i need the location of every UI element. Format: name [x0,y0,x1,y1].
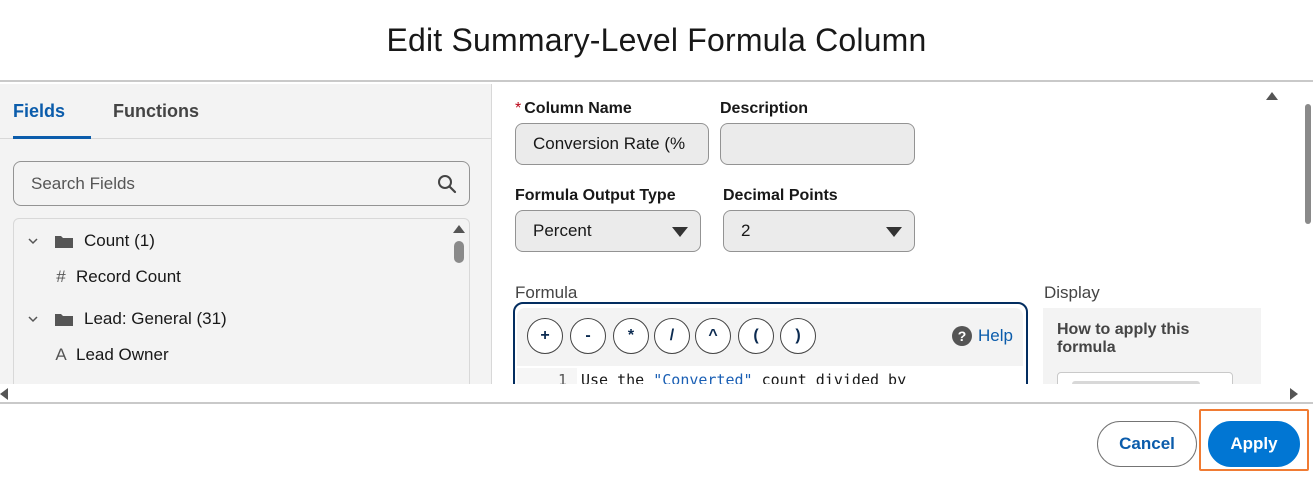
chevron-down-icon[interactable] [26,234,40,248]
column-name-input[interactable]: Conversion Rate (% [515,123,709,165]
formula-editor[interactable]: + - * / ^ ( ) ? Help 1 Use the "Converte… [513,302,1028,384]
operator-power-button[interactable]: ^ [695,318,731,354]
modal-footer: Cancel Apply [0,404,1313,480]
tree-scrollbar[interactable] [449,219,469,384]
decimal-points-label: Decimal Points [723,187,838,204]
operator-divide-button[interactable]: / [654,318,690,354]
tab-functions[interactable]: Functions [113,84,199,139]
help-icon: ? [952,326,973,346]
tree-folder-label: Count (1) [84,231,155,250]
editor-scrollbar[interactable] [1261,84,1283,384]
fields-panel: Fields Functions Count (1) # R [0,84,492,384]
tree-folder-lead-general[interactable]: Lead: General (31) [26,305,227,333]
tree-field-label: Lead Owner [76,345,169,364]
horizontal-scrollbar[interactable] [0,384,1313,404]
apply-button[interactable]: Apply [1208,421,1300,467]
output-type-select[interactable]: Percent [515,210,701,252]
edit-formula-modal: Edit Summary-Level Formula Column Fields… [0,0,1313,480]
scroll-right-icon[interactable] [1290,388,1298,400]
operator-minus-button[interactable]: - [570,318,606,354]
output-type-value: Percent [533,221,592,240]
display-label: Display [1044,283,1100,302]
number-field-icon: # [56,267,66,286]
line-number: 1 [517,368,577,384]
search-fields-box [13,161,470,206]
help-label: Help [978,326,1013,345]
tree-field-record-count[interactable]: # Record Count [52,263,181,291]
scroll-left-icon[interactable] [0,388,8,400]
modal-header: Edit Summary-Level Formula Column [0,0,1313,82]
folder-icon [55,314,73,326]
display-help-title: How to apply this formula [1057,321,1190,356]
chevron-down-icon [886,227,902,237]
chevron-down-icon[interactable] [26,312,40,326]
decimal-points-value: 2 [741,221,751,240]
operator-close-paren-button[interactable]: ) [780,318,816,354]
scroll-thumb[interactable] [454,241,464,263]
decimal-points-select[interactable]: 2 [723,210,915,252]
tree-field-label: Record Count [76,267,181,286]
cancel-button[interactable]: Cancel [1097,421,1197,467]
tab-fields[interactable]: Fields [13,84,91,139]
required-mark: * [515,100,522,117]
formula-label: Formula [515,283,578,302]
column-name-label: * Column Name [515,100,632,117]
modal-scrollbar[interactable] [1303,84,1313,384]
folder-icon [55,236,73,248]
scroll-thumb[interactable] [1305,104,1311,224]
scroll-up-icon[interactable] [1266,92,1278,100]
modal-title: Edit Summary-Level Formula Column [386,21,927,58]
search-input[interactable] [14,162,424,205]
display-help-box: How to apply this formula [1043,308,1263,384]
tree-field-lead-owner[interactable]: A Lead Owner [52,341,169,369]
fields-tree: Count (1) # Record Count Lead: General (… [13,218,470,384]
operator-plus-button[interactable]: + [527,318,563,354]
tree-folder-label: Lead: General (31) [84,309,227,328]
text-field-icon: A [55,345,67,364]
code-line[interactable]: 1 Use the "Converted" count divided by [517,368,1023,384]
operator-multiply-button[interactable]: * [613,318,649,354]
panel-tabs: Fields Functions [0,84,491,139]
code-text: Use the "Converted" count divided by [581,371,907,384]
tree-folder-count[interactable]: Count (1) [26,227,155,255]
output-type-label: Formula Output Type [515,187,676,204]
operator-open-paren-button[interactable]: ( [738,318,774,354]
search-icon[interactable] [437,174,457,194]
operator-toolbar: + - * / ^ ( ) ? Help [517,308,1023,366]
chevron-down-icon [672,227,688,237]
scroll-up-icon[interactable] [453,225,465,233]
description-input[interactable] [720,123,915,165]
help-link[interactable]: ? Help [952,326,1013,346]
description-label: Description [720,100,809,117]
display-help-content [1057,372,1233,384]
formula-editor-panel: * Column Name Conversion Rate (% Descript… [493,84,1313,384]
